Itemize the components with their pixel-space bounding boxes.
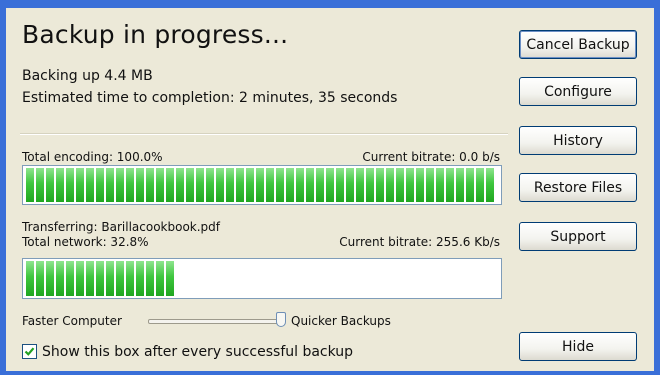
progress-segment	[476, 168, 484, 202]
network-progress-fill	[26, 261, 498, 296]
progress-segment	[136, 261, 144, 296]
progress-segment	[186, 168, 194, 202]
progress-segment	[56, 261, 64, 296]
progress-segment	[346, 168, 354, 202]
progress-segment	[86, 261, 94, 296]
progress-segment	[136, 168, 144, 202]
progress-segment	[306, 168, 314, 202]
progress-segment	[116, 261, 124, 296]
progress-segment	[56, 168, 64, 202]
checkmark-icon	[24, 347, 35, 356]
cancel-backup-button[interactable]: Cancel Backup	[519, 30, 637, 59]
hide-button[interactable]: Hide	[519, 332, 637, 361]
progress-segment	[336, 168, 344, 202]
progress-segment	[26, 261, 34, 296]
progress-segment	[406, 168, 414, 202]
progress-segment	[246, 168, 254, 202]
show-after-backup-checkbox[interactable]	[22, 344, 37, 359]
progress-segment	[46, 168, 54, 202]
progress-segment	[166, 261, 174, 296]
eta-text: Estimated time to completion: 2 minutes,…	[22, 90, 398, 106]
progress-segment	[486, 168, 494, 202]
progress-segment	[36, 168, 44, 202]
dialog-title: Backup in progress...	[22, 20, 289, 49]
progress-segment	[26, 168, 34, 202]
encoding-bitrate: Current bitrate: 0.0 b/s	[362, 150, 500, 164]
progress-segment	[276, 168, 284, 202]
configure-button[interactable]: Configure	[519, 77, 637, 106]
progress-segment	[106, 168, 114, 202]
progress-segment	[376, 168, 384, 202]
progress-segment	[146, 168, 154, 202]
progress-segment	[156, 261, 164, 296]
progress-segment	[96, 168, 104, 202]
slider-left-label: Faster Computer	[22, 314, 122, 328]
progress-segment	[326, 168, 334, 202]
network-progress-bar	[22, 258, 502, 299]
history-button[interactable]: History	[519, 126, 637, 155]
progress-segment	[436, 168, 444, 202]
backup-size-text: Backing up 4.4 MB	[22, 68, 153, 84]
network-label: Total network: 32.8%	[22, 235, 149, 249]
performance-slider-thumb[interactable]	[276, 312, 286, 327]
progress-segment	[266, 168, 274, 202]
encoding-label: Total encoding: 100.0%	[22, 150, 163, 164]
progress-segment	[366, 168, 374, 202]
progress-segment	[106, 261, 114, 296]
encoding-progress-bar	[22, 165, 502, 205]
progress-segment	[386, 168, 394, 202]
progress-segment	[206, 168, 214, 202]
progress-segment	[216, 168, 224, 202]
progress-segment	[116, 168, 124, 202]
performance-slider-track[interactable]	[148, 319, 284, 324]
progress-segment	[456, 168, 464, 202]
progress-segment	[256, 168, 264, 202]
progress-segment	[86, 168, 94, 202]
progress-segment	[146, 261, 154, 296]
progress-segment	[416, 168, 424, 202]
section-divider	[20, 133, 508, 135]
progress-segment	[396, 168, 404, 202]
checkbox-label[interactable]: Show this box after every successful bac…	[42, 344, 353, 360]
transferring-file-text: Transferring: Barillacookbook.pdf	[22, 220, 221, 234]
restore-files-button[interactable]: Restore Files	[519, 173, 637, 202]
progress-segment	[96, 261, 104, 296]
slider-right-label: Quicker Backups	[291, 314, 391, 328]
progress-segment	[176, 168, 184, 202]
encoding-progress-fill	[26, 168, 498, 202]
progress-segment	[226, 168, 234, 202]
progress-segment	[126, 168, 134, 202]
support-button[interactable]: Support	[519, 222, 637, 251]
progress-segment	[66, 261, 74, 296]
progress-segment	[156, 168, 164, 202]
progress-segment	[296, 168, 304, 202]
progress-segment	[76, 168, 84, 202]
progress-segment	[66, 168, 74, 202]
progress-segment	[196, 168, 204, 202]
progress-segment	[46, 261, 54, 296]
progress-segment	[236, 168, 244, 202]
progress-segment	[356, 168, 364, 202]
progress-segment	[286, 168, 294, 202]
progress-segment	[446, 168, 454, 202]
progress-segment	[36, 261, 44, 296]
progress-segment	[426, 168, 434, 202]
progress-segment	[166, 168, 174, 202]
progress-segment	[76, 261, 84, 296]
backup-dialog: Backup in progress... Backing up 4.4 MB …	[6, 8, 654, 371]
progress-segment	[316, 168, 324, 202]
progress-segment	[126, 261, 134, 296]
progress-segment	[466, 168, 474, 202]
network-bitrate: Current bitrate: 255.6 Kb/s	[339, 235, 500, 249]
